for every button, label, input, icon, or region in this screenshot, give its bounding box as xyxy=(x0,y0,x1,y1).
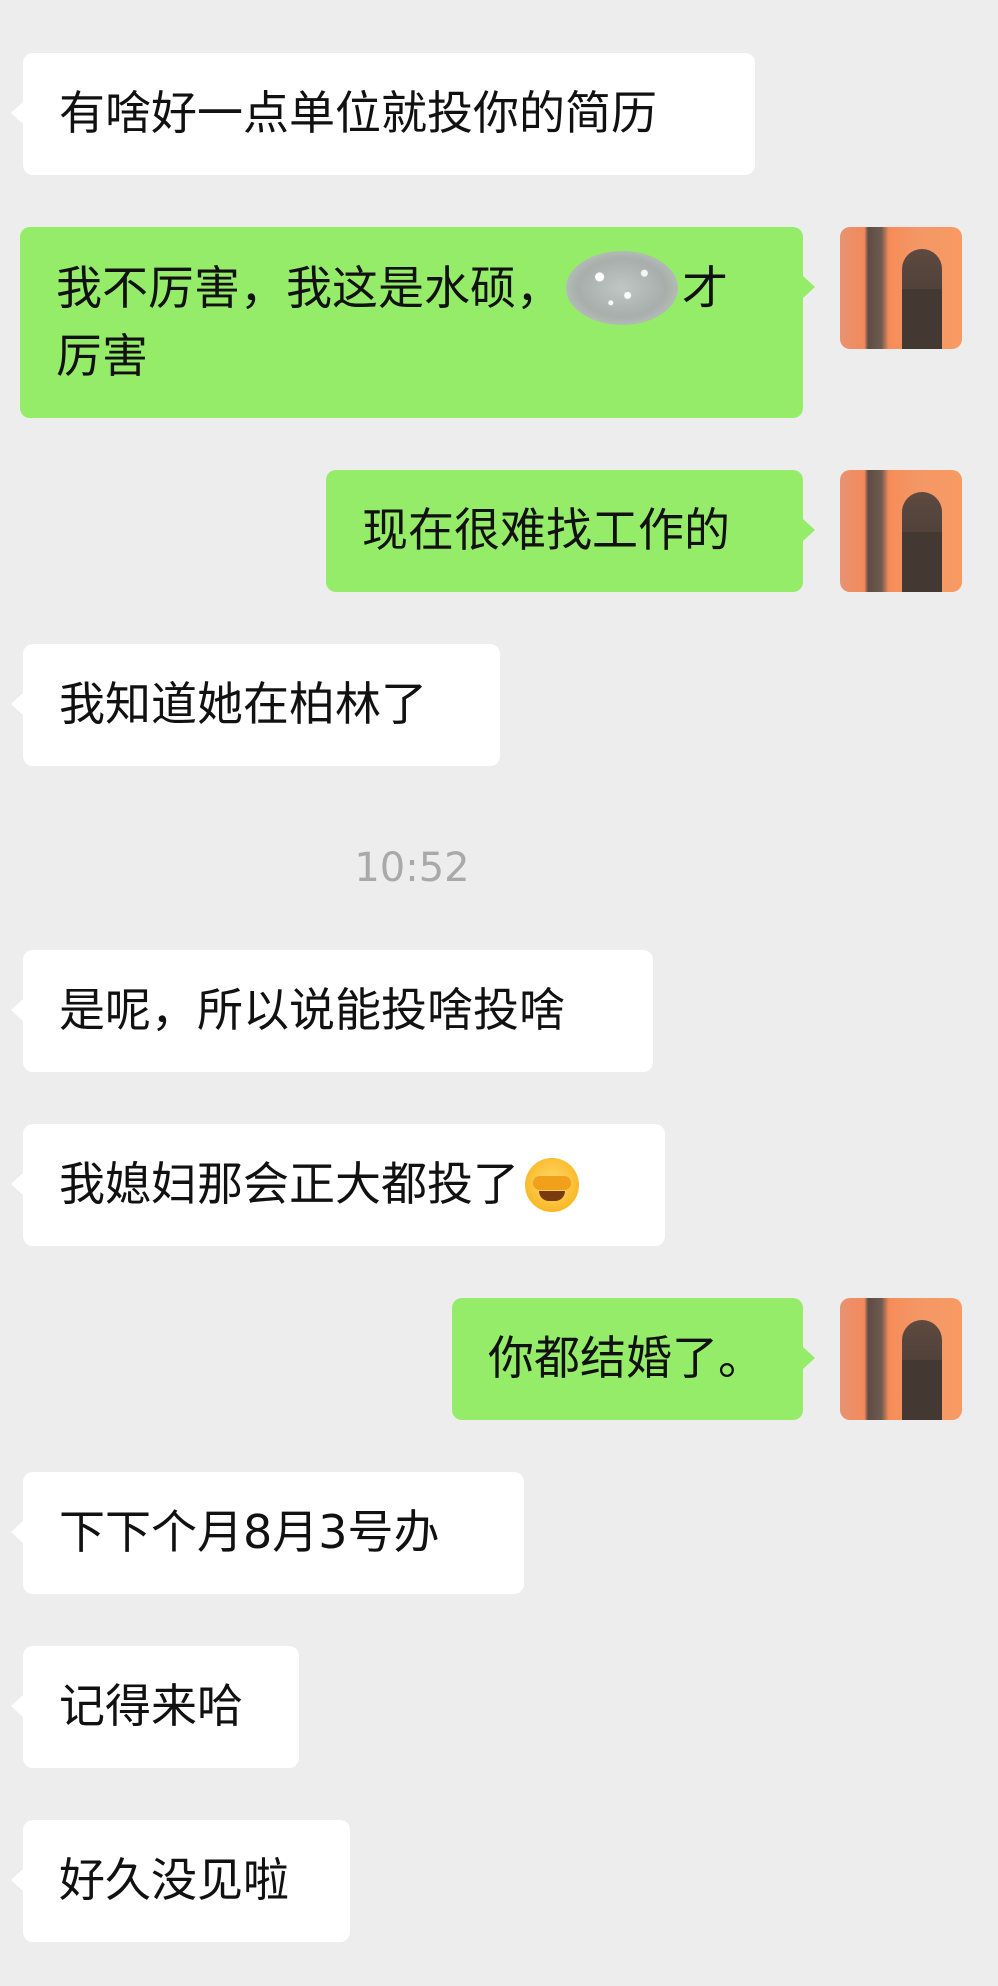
message-text: 是呢，所以说能投啥投啥 xyxy=(59,983,565,1037)
message-text: 下下个月8月3号办 xyxy=(59,1505,440,1559)
timestamp: 10:52 xyxy=(354,845,470,891)
message-bubble[interactable]: 我不厉害，我这是水硕， 才 厉害 xyxy=(20,227,803,418)
message-bubble[interactable]: 有啥好一点单位就投你的简历 xyxy=(23,53,755,175)
bubble-tail xyxy=(11,693,23,715)
bubble-tail xyxy=(11,999,23,1021)
message-text: 现在很难找工作的 xyxy=(362,503,730,557)
message-bubble[interactable]: 你都结婚了。 xyxy=(452,1298,803,1420)
message-bubble[interactable]: 我知道她在柏林了 xyxy=(23,644,500,766)
bubble-tail xyxy=(803,519,815,541)
redacted-name-sticker xyxy=(566,250,678,325)
message-bubble[interactable]: 下下个月8月3号办 xyxy=(23,1472,524,1594)
user-avatar[interactable] xyxy=(840,227,962,349)
message-bubble[interactable]: 我媳妇那会正大都投了 xyxy=(23,1124,665,1246)
user-avatar[interactable] xyxy=(840,470,962,592)
message-text: 我知道她在柏林了 xyxy=(59,677,427,731)
avatar-figure-shade xyxy=(902,289,942,349)
message-text-line2: 厉害 xyxy=(56,328,148,383)
message-text: 我不厉害，我这是水硕， xyxy=(56,261,562,315)
bubble-tail xyxy=(11,102,23,124)
bubble-tail xyxy=(11,1695,23,1717)
user-avatar[interactable] xyxy=(840,1298,962,1420)
bubble-tail xyxy=(803,276,815,298)
facepalm-crying-emoji-icon xyxy=(525,1157,579,1212)
avatar-figure-shade xyxy=(902,532,942,592)
bubble-tail xyxy=(11,1521,23,1543)
message-bubble[interactable]: 是呢，所以说能投啥投啥 xyxy=(23,950,653,1072)
message-text: 有啥好一点单位就投你的简历 xyxy=(59,86,657,140)
avatar-figure-shade xyxy=(902,1360,942,1420)
message-bubble[interactable]: 记得来哈 xyxy=(23,1646,299,1768)
bubble-tail xyxy=(11,1869,23,1891)
message-text: 才 xyxy=(682,261,728,315)
message-text: 记得来哈 xyxy=(59,1679,243,1733)
message-text: 我媳妇那会正大都投了 xyxy=(59,1157,519,1211)
bubble-tail xyxy=(803,1347,815,1369)
bubble-tail xyxy=(11,1173,23,1195)
message-bubble[interactable]: 现在很难找工作的 xyxy=(326,470,803,592)
message-text: 你都结婚了。 xyxy=(488,1331,764,1385)
message-text: 好久没见啦 xyxy=(59,1853,289,1907)
message-bubble[interactable]: 好久没见啦 xyxy=(23,1820,350,1942)
